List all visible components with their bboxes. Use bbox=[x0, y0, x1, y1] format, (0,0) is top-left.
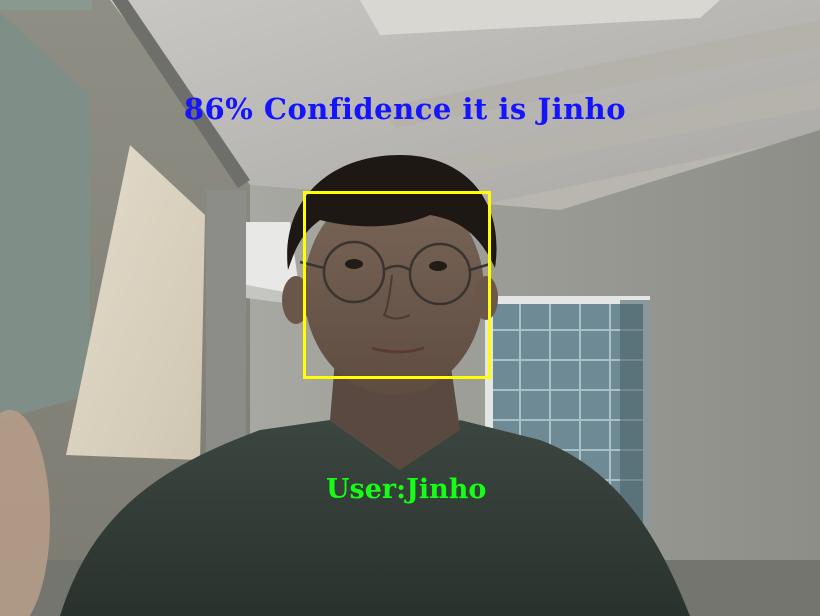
webcam-frame: 86% Confidence it is Jinho User:Jinho bbox=[0, 0, 820, 616]
recognized-user-label: User:Jinho bbox=[326, 474, 487, 505]
recognition-confidence-label: 86% Confidence it is Jinho bbox=[183, 92, 627, 126]
face-detection-box bbox=[303, 191, 491, 379]
